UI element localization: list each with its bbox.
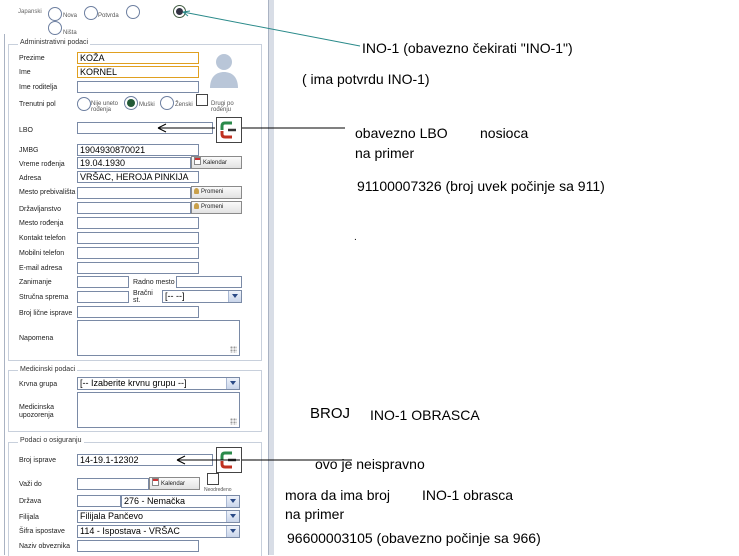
ino1-arrow-head (182, 10, 191, 13)
annotation-neispravno: ovo je neispravno (315, 456, 425, 472)
annotation-primer2: na primer (285, 506, 345, 522)
annotation-dot: . (354, 232, 357, 243)
ino1-arrow-line (182, 11, 361, 47)
annotation-mora-a: mora da ima broj (285, 487, 391, 503)
annotation-ino1-sub: ( ima potvrdu INO-1) (302, 71, 430, 87)
annotation-lbo-example: 91100007326 (broj uvek počinje sa 911) (357, 178, 605, 194)
annotation-broj-b: INO-1 OBRASCA (370, 407, 480, 423)
annotation-broj-a: BROJ (310, 405, 351, 422)
annotation-lbo-1b: nosioca (480, 125, 529, 141)
annotation-mora-b: INO-1 obrasca (422, 487, 514, 503)
annotation-ino1: INO-1 (obavezno čekirati "INO-1") (362, 40, 573, 56)
annotation-example2: 96600003105 (obavezno počinje sa 966) (287, 530, 541, 546)
annotation-lbo-1a: obavezno LBO (355, 125, 448, 141)
annotation-lbo-2: na primer (355, 145, 415, 161)
